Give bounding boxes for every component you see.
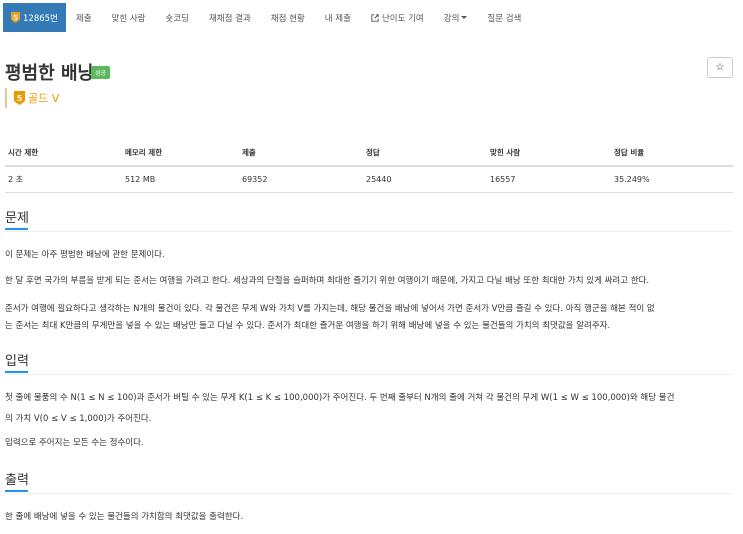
header-solved-users: 맞힌 사람: [487, 141, 611, 167]
nav-judge-status[interactable]: 채점 현황: [261, 0, 315, 35]
nav-my-submissions[interactable]: 내 제출: [315, 0, 361, 35]
value-accepted: 25440: [363, 166, 487, 193]
problem-nav: 5 12865번 제출 맞힌 사람 숏코딩 재채점 결과 채점 현황 내 제출 …: [0, 0, 743, 35]
input-paragraph-2: 입력으로 주어지는 모든 수는 정수이다.: [5, 438, 144, 448]
table-row: 2 초 512 MB 69352 25440 16557 35.249%: [5, 166, 733, 193]
section-divider: [5, 493, 733, 494]
section-divider: [5, 374, 733, 375]
star-icon: ☆: [715, 62, 725, 73]
description-paragraph-3-line-2: 는 준서는 최대 K만큼의 무게만을 넣을 수 있는 배낭만 들고 다닐 수 있…: [5, 321, 611, 331]
status-badge: 성공: [91, 66, 111, 79]
external-link-icon: [371, 13, 379, 22]
section-heading-description: 문제: [5, 207, 29, 230]
problem-stats-table: 시간 제한 메모리 제한 제출 정답 맞힌 사람 정답 비율 2 초 512 M…: [5, 141, 733, 193]
nav-problem-id[interactable]: 5 12865번: [3, 3, 66, 32]
tier-label[interactable]: 골드 V: [28, 90, 59, 106]
chevron-down-icon: [461, 16, 468, 19]
tier-icon: 5: [14, 91, 25, 105]
description-paragraph-3-line-1: 준서가 여행에 필요하다고 생각하는 N개의 물건이 있다. 각 물건은 무게 …: [5, 304, 655, 314]
description-paragraph-2: 한 달 후면 국가의 부름을 받게 되는 준서는 여행을 가려고 한다. 세상과…: [5, 276, 650, 286]
page-title: 평범한 배낭: [5, 63, 95, 84]
input-paragraph-1-line-2: 의 가치 V(0 ≤ V ≤ 1,000)가 주어진다.: [5, 414, 152, 424]
description-paragraph-1: 이 문제는 아주 평범한 배낭에 관한 문제이다.: [5, 250, 165, 260]
output-paragraph-1: 한 줄에 배낭에 넣을 수 있는 물건들의 가치합의 최댓값을 출력한다.: [5, 512, 244, 522]
section-heading-output: 출력: [5, 469, 29, 492]
nav-solved-users[interactable]: 맞힌 사람: [102, 0, 156, 35]
value-time-limit: 2 초: [5, 166, 122, 193]
nav-rejudge-results[interactable]: 재채점 결과: [199, 0, 261, 35]
value-memory-limit: 512 MB: [122, 166, 239, 193]
section-heading-input: 입력: [5, 350, 29, 373]
nav-question-search[interactable]: 질문 검색: [477, 0, 531, 35]
header-memory-limit: 메모리 제한: [122, 141, 239, 167]
favorite-button[interactable]: ☆: [707, 57, 733, 78]
header-time-limit: 시간 제한: [5, 141, 122, 167]
table-header-row: 시간 제한 메모리 제한 제출 정답 맞힌 사람 정답 비율: [5, 141, 733, 167]
nav-lectures-label: 강의: [443, 13, 460, 24]
header-submissions: 제출: [239, 141, 363, 167]
nav-short-coding[interactable]: 숏코딩: [156, 0, 199, 35]
problem-id-label: 12865번: [23, 13, 58, 24]
header-accepted: 정답: [363, 141, 487, 167]
input-paragraph-1-line-1: 첫 줄에 물품의 수 N(1 ≤ N ≤ 100)과 준서가 버틸 수 있는 무…: [5, 393, 675, 403]
nav-lectures[interactable]: 강의: [434, 0, 478, 35]
value-solved-users: 16557: [487, 166, 611, 193]
tier-icon: 5: [11, 12, 20, 23]
tier-info: 5 골드 V: [5, 88, 59, 108]
header-accuracy: 정답 비율: [611, 141, 733, 167]
value-accuracy: 35.249%: [611, 166, 733, 193]
nav-difficulty-label: 난이도 기여: [381, 13, 424, 24]
nav-submit[interactable]: 제출: [66, 0, 102, 35]
nav-difficulty-contribution[interactable]: 난이도 기여: [361, 0, 434, 35]
value-submissions: 69352: [239, 166, 363, 193]
section-divider: [5, 231, 733, 232]
